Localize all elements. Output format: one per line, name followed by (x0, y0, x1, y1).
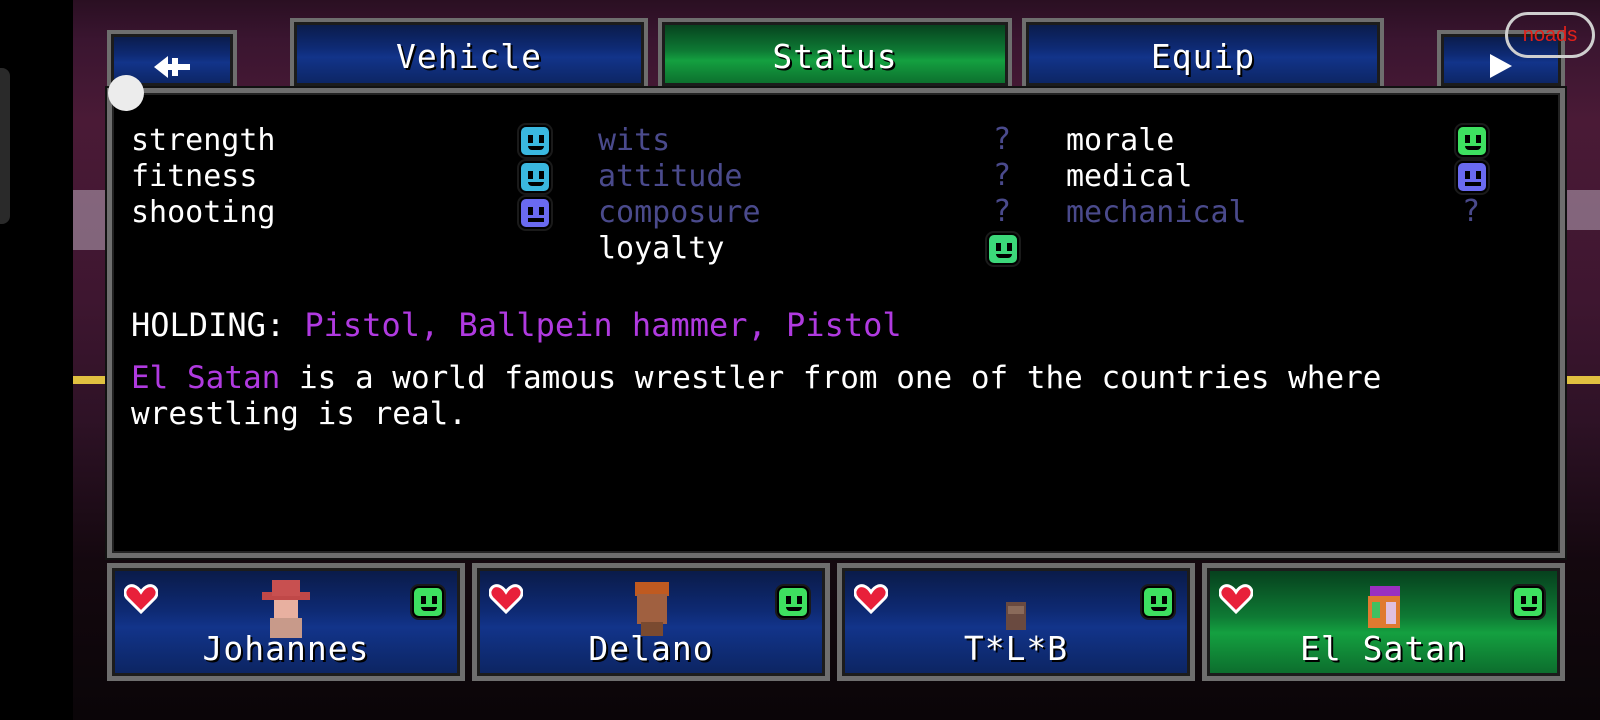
side-handle[interactable] (0, 68, 10, 224)
party-name: T*L*B (963, 629, 1069, 668)
party-name: El Satan (1300, 629, 1467, 668)
tab-equip-label: Equip (1150, 37, 1256, 76)
party-card-johannes[interactable]: Johannes (107, 563, 465, 681)
mood-smiley-icon (1142, 586, 1174, 618)
bio-text: is a world famous wrestler from one of t… (280, 360, 1382, 396)
scene-detail (1566, 190, 1600, 230)
tab-equip[interactable]: Equip (1022, 18, 1384, 86)
stat-loyalty: loyalty (598, 231, 725, 266)
tab-status[interactable]: Status (658, 18, 1012, 86)
left-bezel (0, 0, 73, 720)
tab-status-label: Status (772, 37, 898, 76)
stat-attitude: attitude (598, 159, 743, 194)
stat-strength: strength (131, 123, 276, 158)
tab-vehicle-label: Vehicle (395, 37, 543, 76)
holding-label: HOLDING: (131, 306, 286, 344)
stat-shooting: shooting (131, 195, 276, 230)
scroll-handle[interactable] (108, 75, 144, 111)
stat-composure: composure (598, 195, 761, 230)
unknown-mark: ? (993, 122, 1012, 157)
stat-mechanical: mechanical (1066, 195, 1247, 230)
party-card-delano[interactable]: Delano (472, 563, 830, 681)
stat-medical: medical (1066, 159, 1193, 194)
party-name: Delano (588, 629, 714, 668)
scene-detail (73, 190, 109, 250)
stat-wits: wits (598, 123, 671, 158)
mood-smiley-icon (519, 125, 551, 157)
party-name: Johannes (202, 629, 370, 668)
mood-smiley-icon (777, 586, 809, 618)
character-bio: El Satan is a world famous wrestler from… (131, 360, 1531, 432)
road-stripe (1566, 376, 1600, 384)
tab-vehicle[interactable]: Vehicle (290, 18, 648, 86)
noads-button[interactable]: noads (1505, 12, 1595, 58)
unknown-mark: ? (993, 158, 1012, 193)
unknown-mark: ? (1462, 194, 1481, 229)
bio-name: El Satan (131, 360, 281, 396)
mood-smiley-icon (987, 233, 1019, 265)
road-stripe (73, 376, 109, 384)
stat-morale: morale (1066, 123, 1175, 158)
party-card-el-satan[interactable]: El Satan (1202, 563, 1565, 681)
unknown-mark: ? (993, 194, 1012, 229)
play-arrow-icon (1490, 54, 1512, 78)
mood-neutral-icon (519, 197, 551, 229)
holding-line: HOLDING: Pistol, Ballpein hammer, Pistol (131, 306, 902, 344)
stat-fitness: fitness (131, 159, 258, 194)
heart-icon (1219, 584, 1253, 614)
party-card-tlb[interactable]: T*L*B (837, 563, 1195, 681)
heart-icon (489, 584, 523, 614)
holding-items: Pistol, Ballpein hammer, Pistol (304, 306, 902, 344)
mood-smiley-icon (519, 161, 551, 193)
mood-neutral-icon (1456, 161, 1488, 193)
mood-smiley-icon (1512, 586, 1544, 618)
mood-smiley-icon (1456, 125, 1488, 157)
back-arrow-icon (154, 56, 190, 78)
bio-text-line2: wrestling is real. (131, 396, 467, 432)
mood-smiley-icon (412, 586, 444, 618)
heart-icon (854, 584, 888, 614)
heart-icon (124, 584, 158, 614)
